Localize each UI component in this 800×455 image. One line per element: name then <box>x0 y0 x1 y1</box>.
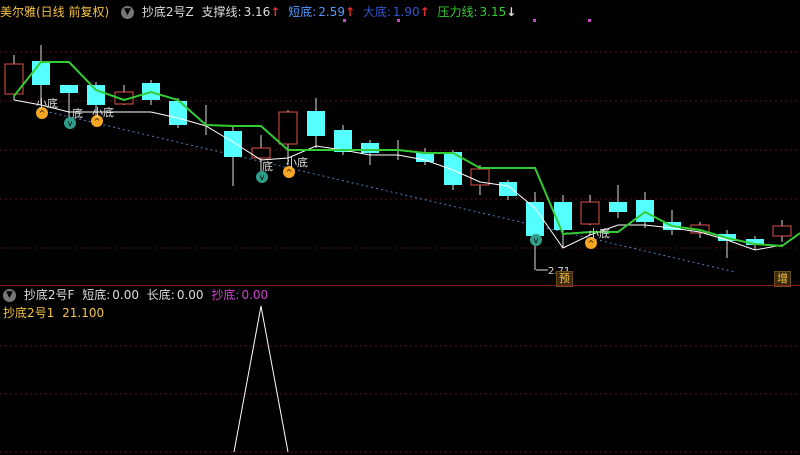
sub-indicator-line2: 抄底2号1 21.100 <box>3 304 108 322</box>
svg-text:v: v <box>260 173 265 182</box>
small-bottom-label: 小底 <box>588 226 610 240</box>
long-bottom-value: 0.00 <box>176 288 204 302</box>
support-line <box>13 99 783 251</box>
svg-text:v: v <box>534 236 539 245</box>
indicator-dropdown-icon[interactable]: ▼ <box>3 289 16 302</box>
bottom-label: 底 <box>72 106 83 120</box>
small-bottom-label: 小底 <box>92 105 114 119</box>
trend-line <box>39 109 736 273</box>
signal-markers <box>343 19 591 22</box>
bottom-signal-label: 抄底: <box>211 288 240 302</box>
pressure-line <box>13 61 800 248</box>
sub-grid-lines <box>0 345 800 453</box>
small-bottom-label: 小底 <box>36 96 58 110</box>
main-price-chart[interactable]: ^ v ^ v ^ v ^ 小底 底 小底 底 小底 小底 2.71 <box>0 0 800 285</box>
sub-indicator-header: ▼ 抄底2号F 短底: 0.00 长底: 0.00 抄底: 0.00 <box>0 286 272 304</box>
short-bottom-value: 0.00 <box>112 288 139 302</box>
sub-line2-value: 21.100 <box>62 306 105 320</box>
svg-text:v: v <box>68 119 73 128</box>
long-bottom-label: 长底: <box>146 288 175 302</box>
svg-text:^: ^ <box>588 239 595 248</box>
sub-line2-name: 抄底2号1 <box>3 306 55 320</box>
bottom-signal-value: 0.00 <box>241 288 269 302</box>
svg-text:^: ^ <box>286 168 293 177</box>
svg-text:^: ^ <box>39 109 46 118</box>
signal-spike <box>233 305 289 453</box>
short-bottom-label: 短底: <box>82 288 111 302</box>
small-bottom-label: 小底 <box>286 155 308 169</box>
bottom-label: 底 <box>262 159 273 173</box>
sub-indicator-name[interactable]: 抄底2号F <box>24 288 75 302</box>
candlesticks <box>4 45 792 270</box>
